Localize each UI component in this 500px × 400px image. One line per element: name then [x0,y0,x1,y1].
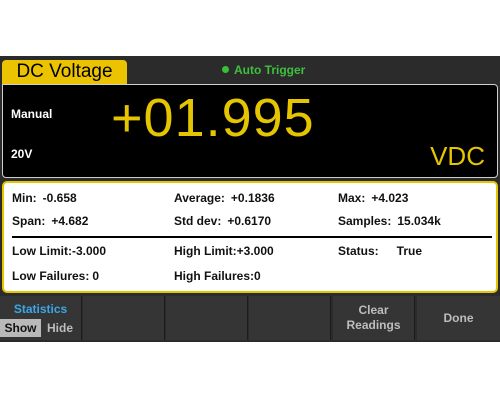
stat-high-limit-value: +3.000 [236,244,274,258]
stat-status: Status: True [338,244,422,258]
done-softkey-label: Done [443,311,474,325]
statistics-panel: Min: -0.658 Average: +0.1836 Max: +4.023 Sp… [2,181,498,293]
stat-high-failures-value: 0 [254,269,261,283]
instrument-screen: DC Voltage Auto Trigger Manual 20V +01.9… [0,56,500,342]
statistics-show-hide-toggle[interactable]: Show Hide [0,319,82,337]
range-mode: Manual [11,107,53,121]
done-softkey[interactable]: Done [417,296,500,340]
clear-readings-line2: Readings [346,318,401,332]
title-bar: DC Voltage Auto Trigger [0,56,500,84]
statistics-hide-option[interactable]: Hide [41,319,79,337]
trigger-label: Auto Trigger [234,63,306,77]
stat-high-limit: High Limit:+3.000 [174,244,274,258]
stat-low-failures-label: Low Failures: [12,269,90,283]
clear-readings-line1: Clear [358,303,389,317]
stat-min: Min: -0.658 [12,191,77,205]
stat-std-dev-label: Std dev: [174,214,222,228]
stat-min-label: Min: [12,191,37,205]
stat-span-label: Span: [12,214,46,228]
stat-max: Max: +4.023 [338,191,408,205]
stat-high-failures: High Failures:0 [174,269,261,283]
stat-samples-value: 15.034k [397,214,441,228]
clear-readings-softkey[interactable]: Clear Readings [333,296,415,340]
statistics-show-option[interactable]: Show [0,319,41,337]
stat-min-value: -0.658 [42,191,77,205]
range-value: 20V [11,147,33,161]
stat-std-dev-value: +0.6170 [227,214,272,228]
stat-std-dev: Std dev: +0.6170 [174,214,271,228]
stat-span: Span: +4.682 [12,214,88,228]
stat-high-limit-label: High Limit: [174,244,237,258]
stat-max-value: +4.023 [371,191,409,205]
stat-low-limit: Low Limit:-3.000 [12,244,106,258]
stat-low-limit-value: -3.000 [72,244,107,258]
reading-panel: Manual 20V +01.995 VDC [2,84,498,178]
statistics-softkey[interactable]: Statistics Show Hide [0,296,82,340]
stat-low-failures-value: 0 [92,269,100,283]
measurement-unit: VDC [430,141,485,171]
measurement-mode-tab[interactable]: DC Voltage [2,60,127,84]
softkey-4-blank[interactable] [249,296,331,340]
softkey-2-blank[interactable] [83,296,165,340]
stat-average-label: Average: [174,191,225,205]
stat-samples: Samples: 15.034k [338,214,441,228]
stat-average-value: +0.1836 [230,191,275,205]
softkey-bar: Statistics Show Hide Clear Readings Done [0,296,500,340]
trigger-indicator-icon [222,66,229,73]
stat-high-failures-label: High Failures: [174,269,255,283]
stat-low-limit-label: Low Limit: [12,244,72,258]
trigger-status: Auto Trigger [222,63,305,77]
stat-span-value: +4.682 [51,214,89,228]
stat-low-failures: Low Failures: 0 [12,269,99,283]
measurement-value: +01.995 [111,88,315,148]
stat-samples-label: Samples: [338,214,392,228]
stats-divider [12,236,492,238]
stat-status-label: Status: [338,244,379,258]
stat-average: Average: +0.1836 [174,191,275,205]
stat-max-label: Max: [338,191,366,205]
statistics-softkey-label: Statistics [13,302,68,316]
stat-status-value: True [396,244,423,258]
softkey-3-blank[interactable] [166,296,248,340]
